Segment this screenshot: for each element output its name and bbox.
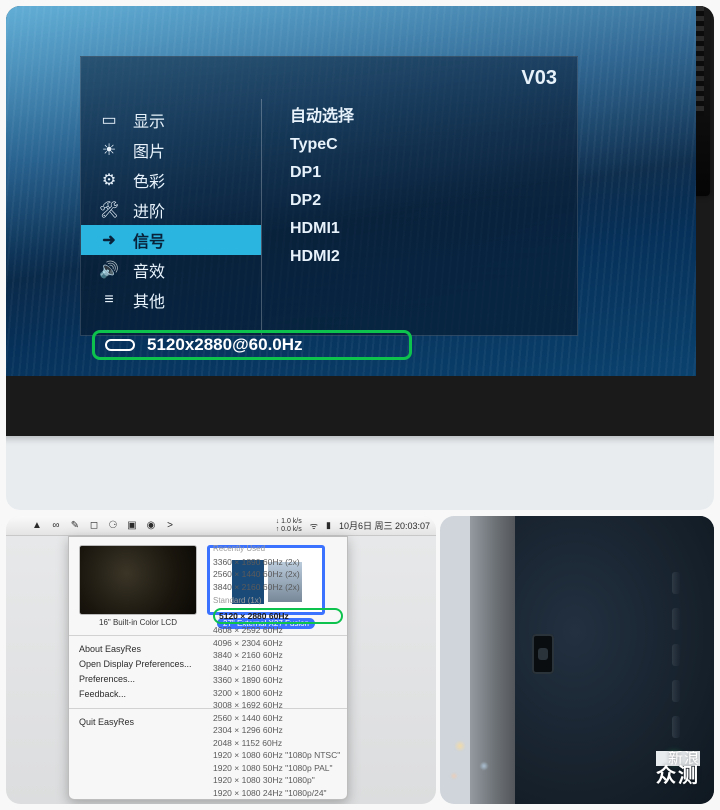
osd-submenu: 自动选择 TypeC DP1 DP2 HDMI1 HDMI2 — [261, 99, 577, 335]
reslist-row[interactable]: 2560 × 1440 60Hz — [213, 712, 343, 725]
reslist-row[interactable]: 1920 × 1080 50Hz "1080p PAL" — [213, 762, 343, 775]
osd-menu-other-label: 其他 — [133, 288, 165, 312]
menubar-icon[interactable]: > — [164, 520, 176, 531]
reslist-row-highlight[interactable]: 5120 × 2880 60Hz — [213, 608, 343, 625]
reslist-row[interactable]: 2560 × 1440 60Hz (2x) — [213, 568, 343, 581]
menubar-icon[interactable]: ▲ — [31, 520, 43, 531]
reslist-row[interactable]: 1920 × 1080 30Hz "1080p" — [213, 774, 343, 787]
mac-screenshot: ▲ ∞ ✎ ◻ ⚆ ▣ ◉ > ↓ 1.0 k/s ↑ 0.0 k/s ᯤ ▮ … — [6, 516, 436, 804]
monitor-button[interactable] — [672, 572, 680, 594]
reslist-recent-header: Recently Used — [213, 543, 343, 556]
reslist-row[interactable]: 3840 × 2160 60Hz — [213, 662, 343, 675]
watermark-line1: 新浪 — [656, 751, 700, 766]
menubar-icon[interactable]: ⚆ — [107, 520, 119, 531]
monitor-screen: V03 ▭ 显示 ☀ 图片 ⚙ 色彩 — [6, 6, 696, 376]
osd-menu-signal[interactable]: ➜ 信号 — [81, 225, 261, 255]
display-thumb-internal-label: 16" Built-in Color LCD — [99, 618, 177, 627]
watermark-line2: 众测 — [656, 766, 700, 786]
reslist-row[interactable]: 2048 × 1152 60Hz — [213, 737, 343, 750]
reslist-row[interactable]: 1920 × 1080 60Hz "1080p NTSC" — [213, 749, 343, 762]
monitor-button[interactable] — [672, 716, 680, 738]
osd-status-text: 5120x2880@60.0Hz — [147, 335, 303, 355]
monitor-bezel: V03 ▭ 显示 ☀ 图片 ⚙ 色彩 — [6, 6, 714, 436]
osd-panel: V03 ▭ 显示 ☀ 图片 ⚙ 色彩 — [80, 56, 578, 336]
wifi-icon[interactable]: ᯤ — [310, 519, 318, 532]
osd-opt-hdmi2[interactable]: HDMI2 — [290, 243, 577, 271]
reslist-standard-header: Standard (1x) — [213, 595, 343, 608]
brightness-icon: ☀ — [99, 140, 119, 160]
osd-menu-picture[interactable]: ☀ 图片 — [99, 135, 261, 165]
menubar-status: ↓ 1.0 k/s ↑ 0.0 k/s ᯤ ▮ 10月6日 周三 20:03:0… — [276, 518, 430, 534]
osd-version-label: V03 — [521, 67, 557, 90]
osd-menu-advanced-label: 进阶 — [133, 198, 165, 222]
osd-opt-dp1[interactable]: DP1 — [290, 159, 577, 187]
reslist-row[interactable]: 3360 × 1890 60Hz (2x) — [213, 556, 343, 569]
osd-menu-color[interactable]: ⚙ 色彩 — [99, 165, 261, 195]
reslist-row[interactable]: 3840 × 2160 60Hz (2x) — [213, 581, 343, 594]
resolution-list: Recently Used 3360 × 1890 60Hz (2x) 2560… — [213, 541, 343, 799]
monitor-button[interactable] — [672, 608, 680, 630]
clock-text[interactable]: 10月6日 周三 20:03:07 — [339, 519, 430, 532]
osd-menu-signal-label: 信号 — [133, 228, 165, 252]
osd-opt-auto[interactable]: 自动选择 — [290, 103, 577, 131]
speaker-icon: 🔊 — [99, 260, 119, 280]
osd-menu-audio[interactable]: 🔊 音效 — [99, 255, 261, 285]
background-bokeh — [440, 706, 520, 796]
osd-status-highlight: 5120x2880@60.0Hz — [92, 330, 412, 360]
wrench-icon: 🛠 — [99, 200, 119, 220]
usb-c-port — [532, 634, 554, 674]
reslist-row[interactable]: 4096 × 2304 60Hz — [213, 637, 343, 650]
mac-menubar: ▲ ∞ ✎ ◻ ⚆ ▣ ◉ > ↓ 1.0 k/s ↑ 0.0 k/s ᯤ ▮ … — [6, 516, 436, 536]
menubar-icon[interactable]: ∞ — [50, 520, 62, 531]
reslist-row[interactable]: 3360 × 1890 60Hz — [213, 674, 343, 687]
osd-opt-hdmi1[interactable]: HDMI1 — [290, 215, 577, 243]
display-thumb-internal-image — [79, 545, 197, 615]
osd-menu-display[interactable]: ▭ 显示 — [99, 105, 261, 135]
input-icon: ➜ — [99, 230, 119, 250]
osd-menu-advanced[interactable]: 🛠 进阶 — [99, 195, 261, 225]
monitor-button[interactable] — [672, 680, 680, 702]
menubar-icon[interactable]: ▣ — [126, 520, 138, 531]
reslist-row[interactable]: 2304 × 1296 60Hz — [213, 724, 343, 737]
usb-c-icon — [105, 339, 135, 351]
monitor-side-photo: 新浪 众测 — [440, 516, 714, 804]
osd-menu-other[interactable]: ≡ 其他 — [99, 285, 261, 315]
reslist-row[interactable]: 1920 × 1080 24Hz "1080p/24" — [213, 787, 343, 800]
osd-menu-color-label: 色彩 — [133, 168, 165, 192]
reslist-row[interactable]: 4608 × 2592 60Hz — [213, 624, 343, 637]
osd-menu-audio-label: 音效 — [133, 258, 165, 282]
reslist-row[interactable]: 3840 × 2160 60Hz — [213, 649, 343, 662]
menubar-icon[interactable]: ◻ — [88, 520, 100, 531]
list-icon: ≡ — [99, 291, 119, 309]
net-speed-indicator: ↓ 1.0 k/s ↑ 0.0 k/s — [276, 518, 302, 534]
display-thumb-internal[interactable]: 16" Built-in Color LCD — [79, 545, 197, 629]
osd-opt-dp2[interactable]: DP2 — [290, 187, 577, 215]
easyres-popup: 16" Built-in Color LCD 27" External X27 … — [68, 536, 348, 800]
osd-menu-display-label: 显示 — [133, 108, 165, 132]
battery-icon[interactable]: ▮ — [326, 520, 331, 531]
watermark: 新浪 众测 — [656, 751, 700, 786]
osd-main-menu: ▭ 显示 ☀ 图片 ⚙ 色彩 🛠 进阶 — [81, 99, 261, 335]
osd-menu-picture-label: 图片 — [133, 138, 165, 162]
osd-opt-typec[interactable]: TypeC — [290, 131, 577, 159]
menubar-icon[interactable]: ✎ — [69, 520, 81, 531]
menubar-icon[interactable]: ◉ — [145, 520, 157, 531]
color-icon: ⚙ — [99, 170, 119, 190]
display-icon: ▭ — [99, 110, 119, 130]
monitor-button[interactable] — [672, 644, 680, 666]
reslist-row[interactable]: 3200 × 1800 60Hz — [213, 687, 343, 700]
reslist-row[interactable]: 3008 × 1692 60Hz — [213, 699, 343, 712]
top-photo: V03 ▭ 显示 ☀ 图片 ⚙ 色彩 — [6, 6, 714, 510]
